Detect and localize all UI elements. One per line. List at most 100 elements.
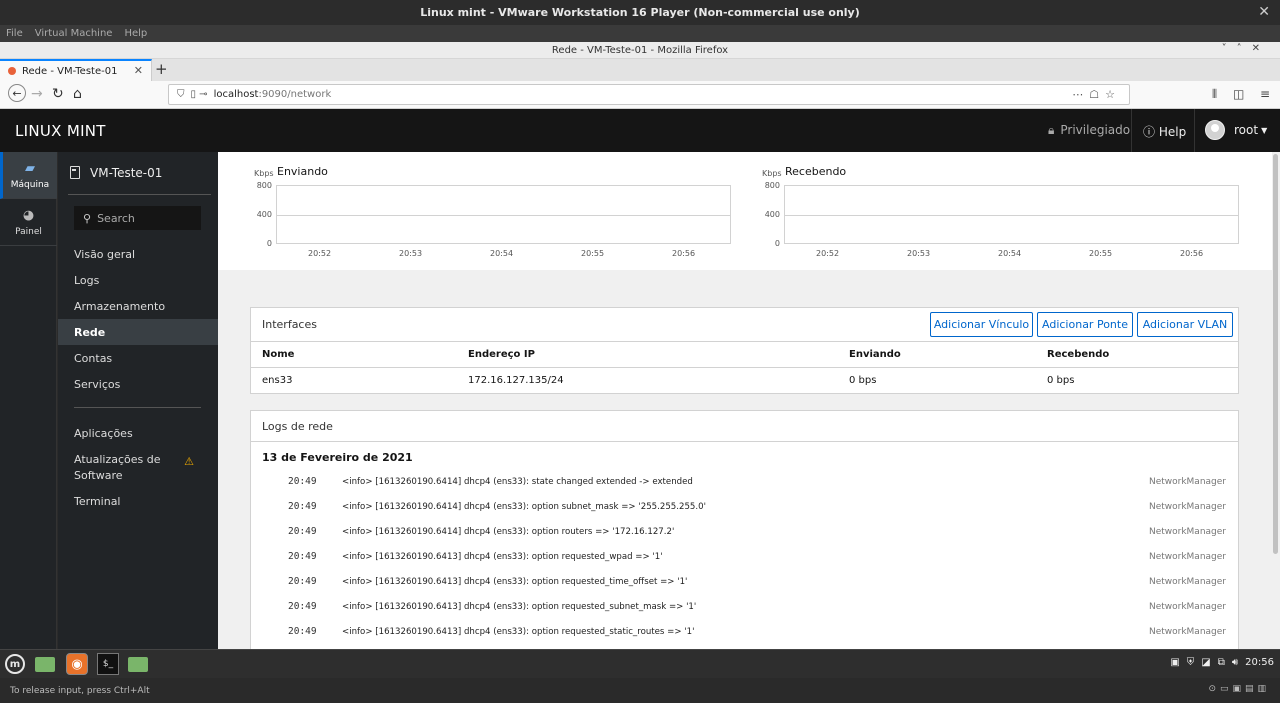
window-controls[interactable]: ˅˄✕ xyxy=(1222,43,1270,54)
page-actions-icon[interactable]: ⋯☖☆ xyxy=(1072,88,1121,101)
privileged-label: Privilegiado xyxy=(1060,123,1131,137)
add-bond-button[interactable]: Adicionar Vínculo xyxy=(930,312,1033,337)
interfaces-header: Interfaces Adicionar Vínculo Adicionar P… xyxy=(251,308,1238,342)
interface-receiving: 0 bps xyxy=(1047,375,1075,386)
reload-icon[interactable]: ↻ xyxy=(52,86,64,102)
dashboard-icon: ◕ xyxy=(22,207,35,223)
y-tick: 400 xyxy=(764,210,780,219)
logs-header: Logs de rede xyxy=(251,411,1238,442)
home-icon[interactable]: ⌂ xyxy=(73,86,82,102)
mint-menu-icon[interactable]: m xyxy=(5,654,25,674)
gridline xyxy=(277,215,730,216)
sidebar-item-label: Logs xyxy=(74,273,100,287)
sidebar-toggle-icon[interactable]: ◫ xyxy=(1233,87,1244,101)
x-tick: 20:52 xyxy=(308,249,332,258)
x-tick: 20:56 xyxy=(1180,249,1204,258)
privileged-indicator[interactable]: 🔒︎ Privilegiado xyxy=(1048,123,1130,138)
sidebar-item-applications[interactable]: Aplicações xyxy=(58,420,218,446)
warning-icon: ⚠ xyxy=(184,455,194,468)
library-icon[interactable]: ⫴ xyxy=(1212,87,1217,102)
table-row[interactable]: ens33 172.16.127.135/24 0 bps 0 bps xyxy=(251,368,1238,393)
folder-icon[interactable] xyxy=(35,657,55,672)
sidebar-item-software-updates[interactable]: Atualizações de Software ⚠ xyxy=(58,446,208,482)
nav-dashboard[interactable]: ◕ Painel xyxy=(0,199,57,246)
column-header: Nome xyxy=(262,349,295,360)
column-header: Enviando xyxy=(849,349,901,360)
cockpit-left-nav: ▰ Máquina ◕ Painel xyxy=(0,152,57,649)
log-source: NetworkManager xyxy=(1148,627,1226,637)
sidebar-item-services[interactable]: Serviços xyxy=(58,371,218,397)
log-entry[interactable]: 20:49 <info> [1613260190.6413] dhcp4 (ens… xyxy=(251,595,1238,620)
interface-name: ens33 xyxy=(262,375,293,386)
interface-ip: 172.16.127.135/24 xyxy=(468,375,564,386)
firefox-tab-strip: Rede - VM-Teste-01 ✕ + xyxy=(0,59,1280,81)
log-entry[interactable]: 20:49 <info> [1613260190.6413] dhcp4 (ens… xyxy=(251,545,1238,570)
sidebar-item-logs[interactable]: Logs xyxy=(58,267,218,293)
new-tab-icon[interactable]: + xyxy=(155,60,168,78)
sidebar-item-label: Atualizações de Software xyxy=(74,453,161,482)
back-icon[interactable]: ← xyxy=(8,84,26,102)
menu-virtual-machine[interactable]: Virtual Machine xyxy=(35,28,113,39)
graph-unit: Kbps xyxy=(762,169,782,178)
host-selector[interactable]: VM-Teste-01 xyxy=(68,166,211,195)
url-bar[interactable]: ⛉ ▯ ⊸ localhost:9090/network ⋯☖☆ xyxy=(168,84,1130,105)
cockpit-sidebar: VM-Teste-01 ⚲ Search Visão geral Logs Ar… xyxy=(58,152,218,649)
host-name: VM-Teste-01 xyxy=(90,166,163,180)
terminal-icon[interactable]: $_ xyxy=(97,653,119,675)
log-entry[interactable]: 20:49 <info> [1613260190.6413] dhcp4 (ens… xyxy=(251,620,1238,645)
sidebar-item-storage[interactable]: Armazenamento xyxy=(58,293,218,319)
files-icon[interactable] xyxy=(128,657,148,672)
log-source: NetworkManager xyxy=(1148,552,1226,562)
header-divider xyxy=(1131,109,1132,152)
network-icon[interactable]: ⧉ xyxy=(1218,657,1225,668)
add-bridge-button[interactable]: Adicionar Ponte xyxy=(1037,312,1133,337)
log-entry[interactable]: 20:49 <info> [1613260190.6414] dhcp4 (ens… xyxy=(251,495,1238,520)
firefox-title-bar: Rede - VM-Teste-01 - Mozilla Firefox ˅˄✕ xyxy=(0,42,1280,59)
graph-title-sending: Enviando xyxy=(277,165,328,178)
search-input[interactable]: ⚲ Search xyxy=(74,206,201,230)
keyboard-icon[interactable]: ▣ xyxy=(1170,657,1179,668)
menu-help[interactable]: Help xyxy=(124,28,147,39)
log-entry[interactable]: 20:49 <info> [1613260190.6414] dhcp4 (ens… xyxy=(251,520,1238,545)
sidebar-item-terminal[interactable]: Terminal xyxy=(58,488,218,514)
vmware-menu-bar: File Virtual Machine Help xyxy=(0,25,1280,42)
system-tray: ▣ ⛨ ◪ ⧉ 🔊︎ 20:56 xyxy=(1170,657,1274,668)
log-time: 20:49 xyxy=(288,601,317,612)
volume-icon[interactable]: 🔊︎ xyxy=(1232,657,1238,668)
nav-machine-label: Máquina xyxy=(10,179,50,190)
log-entry[interactable]: 20:49 <info> [1613260190.6413] dhcp4 (ens… xyxy=(251,570,1238,595)
help-menu[interactable]: ⓘ Help xyxy=(1143,123,1186,140)
log-entry[interactable]: 20:49 <info> [1613260190.6414] dhcp4 (ens… xyxy=(251,470,1238,495)
close-icon[interactable]: ✕ xyxy=(1258,4,1270,20)
add-vlan-button[interactable]: Adicionar VLAN xyxy=(1137,312,1233,337)
lock-icon: 🔒︎ xyxy=(1048,123,1055,137)
sidebar-item-network[interactable]: Rede xyxy=(58,319,218,345)
log-time: 20:49 xyxy=(288,476,317,487)
device-icons[interactable]: ⊙▭▣▤▥ xyxy=(1208,684,1270,694)
close-tab-icon[interactable]: ✕ xyxy=(134,64,143,77)
browser-tab[interactable]: Rede - VM-Teste-01 ✕ xyxy=(0,59,152,81)
log-message: <info> [1613260190.6414] dhcp4 (ens33): … xyxy=(342,527,675,537)
sidebar-item-overview[interactable]: Visão geral xyxy=(58,241,218,267)
y-tick: 800 xyxy=(256,181,272,190)
scrollbar-thumb[interactable] xyxy=(1273,154,1278,554)
interfaces-card: Interfaces Adicionar Vínculo Adicionar P… xyxy=(250,307,1239,394)
user-menu[interactable]: root ▼ xyxy=(1205,120,1267,140)
interfaces-table-header: Nome Endereço IP Enviando Recebendo xyxy=(251,342,1238,368)
vmware-title-bar: Linux mint - VMware Workstation 16 Playe… xyxy=(0,0,1280,25)
shield-tray-icon[interactable]: ⛨ xyxy=(1187,657,1195,668)
firefox-icon[interactable]: ◉ xyxy=(66,653,88,675)
clock[interactable]: 20:56 xyxy=(1245,657,1274,668)
page-scrollbar[interactable] xyxy=(1272,152,1280,649)
sidebar-item-accounts[interactable]: Contas xyxy=(58,345,218,371)
forward-icon[interactable]: → xyxy=(31,86,43,102)
log-time: 20:49 xyxy=(288,551,317,562)
menu-file[interactable]: File xyxy=(6,28,23,39)
updates-icon[interactable]: ◪ xyxy=(1201,657,1210,668)
shield-icon[interactable]: ⛉ xyxy=(177,89,185,100)
x-tick: 20:56 xyxy=(672,249,696,258)
nav-machine[interactable]: ▰ Máquina xyxy=(0,152,57,199)
hamburger-menu-icon[interactable]: ≡ xyxy=(1260,87,1270,101)
log-time: 20:49 xyxy=(288,576,317,587)
page-info-icon[interactable]: ▯ ⊸ xyxy=(191,89,208,100)
